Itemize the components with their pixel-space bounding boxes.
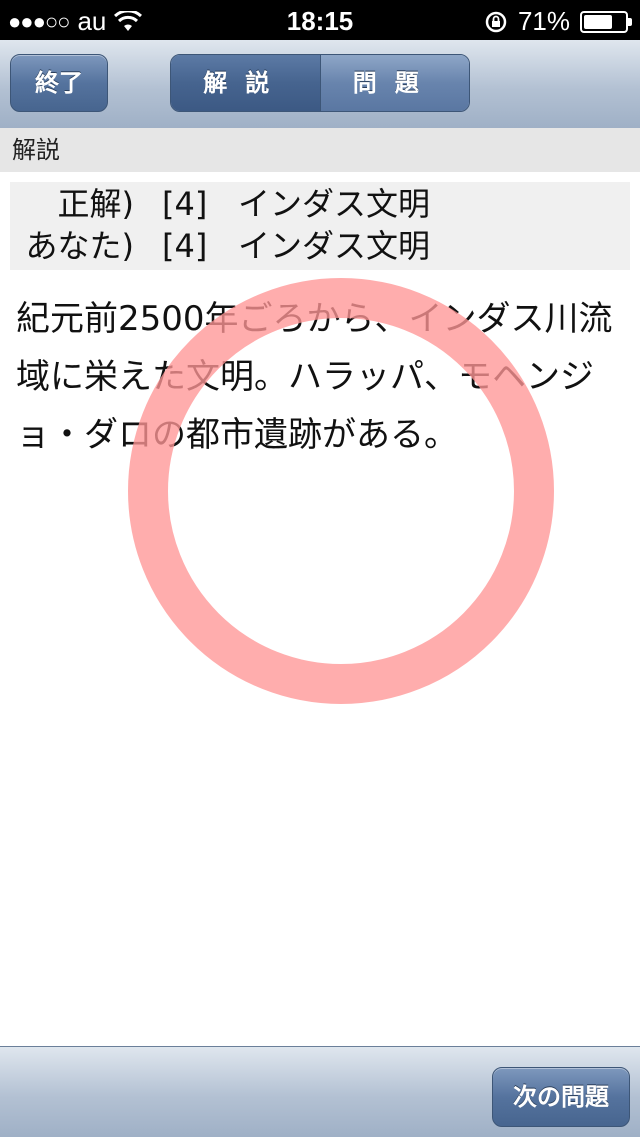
battery-percent: 71% [517,6,570,36]
section-title: 解説 [0,128,640,172]
correct-answer-number: [4] [162,185,208,223]
correct-circle-icon [128,278,554,704]
battery-icon [580,10,632,33]
your-answer-label: あなた) [25,227,135,265]
answer-box: 正解) [4] インダス文明 あなた) [4] インダス文明 [10,182,630,270]
correct-answer-text: インダス文明 [238,185,431,223]
rotation-lock-icon [485,11,507,32]
correct-answer-row: 正解) [4] インダス文明 [10,184,630,224]
segment-question[interactable]: 問題 [319,55,469,111]
your-answer-number: [4] [162,227,208,265]
battery-fill [584,14,613,29]
end-button[interactable]: 終了 [10,54,108,112]
your-answer-text: インダス文明 [238,227,431,265]
segment-explanation[interactable]: 解説 [171,55,320,111]
status-bar: ●●●○○ au 18:15 71% [0,0,640,40]
next-question-button[interactable]: 次の問題 [492,1067,630,1127]
correct-answer-label: 正解) [57,185,135,223]
your-answer-row: あなた) [4] インダス文明 [10,226,630,266]
status-right: 71% [484,6,632,37]
segmented-control: 解説 問題 [170,54,470,112]
navigation-bar: 終了 解説 問題 [0,40,640,129]
bottom-toolbar: 次の問題 [0,1046,640,1137]
